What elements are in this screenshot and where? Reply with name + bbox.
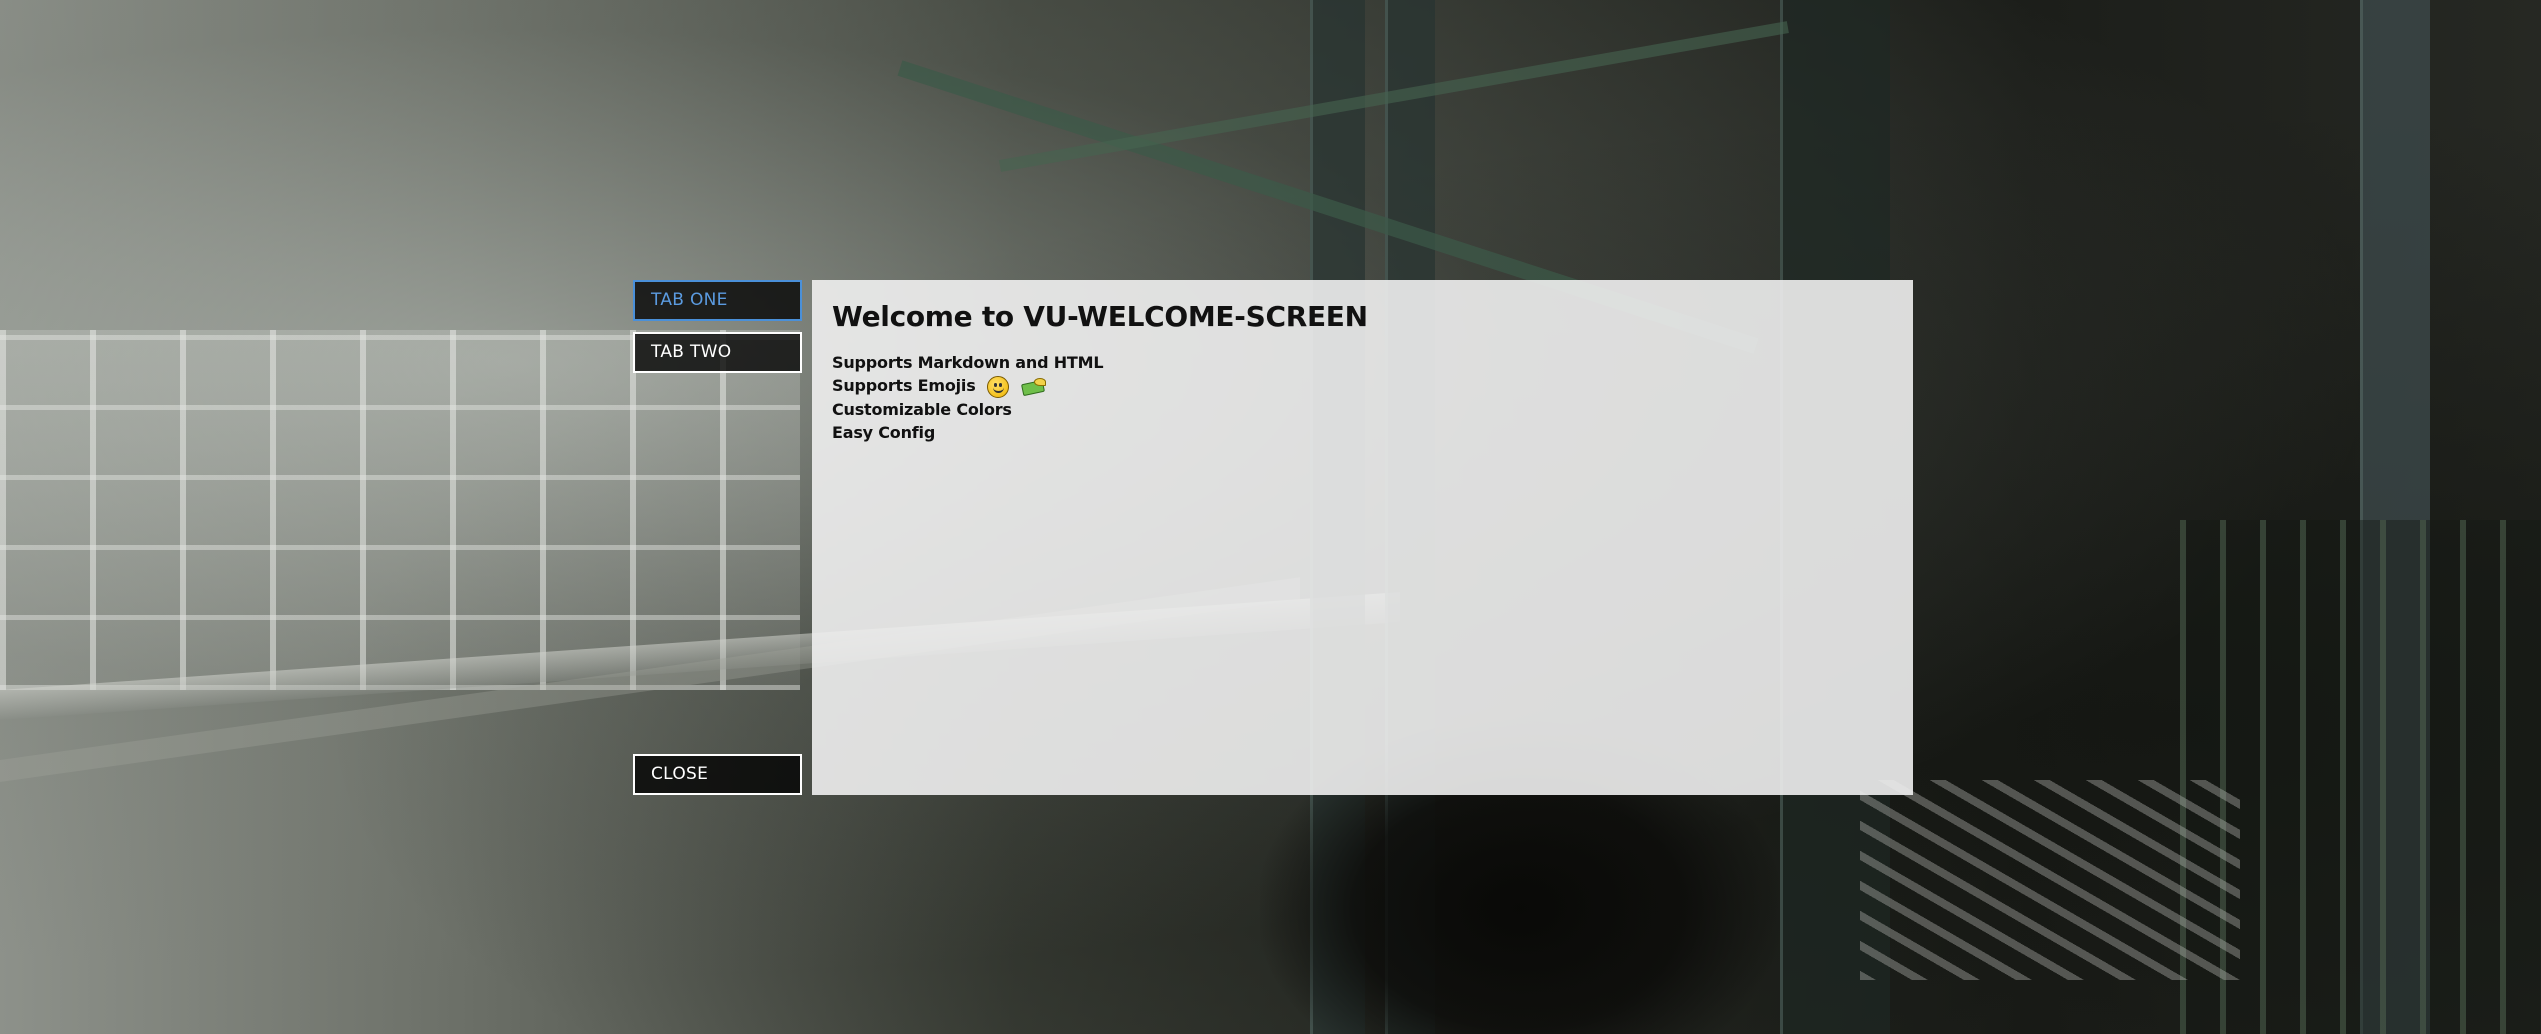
tab-one-button[interactable]: TAB ONE <box>633 280 802 321</box>
background-debris <box>1860 780 2240 980</box>
welcome-content-panel: Welcome to VU-WELCOME-SCREEN Supports Ma… <box>812 280 1913 795</box>
feature-text: Customizable Colors <box>832 399 1012 419</box>
feature-text: Supports Markdown and HTML <box>832 353 1104 372</box>
feature-markdown-html: Supports Markdown and HTML <box>832 351 1893 374</box>
feature-config: Easy Config <box>832 421 1893 444</box>
feature-emojis: Supports Emojis <box>832 374 1893 398</box>
feature-text: Supports Emojis <box>832 376 976 395</box>
tab-two-button[interactable]: TAB TWO <box>633 332 802 373</box>
smiley-emoji-icon <box>986 375 1009 398</box>
game-background: TAB ONE TAB TWO CLOSE Welcome to VU-WELC… <box>0 0 2541 1034</box>
welcome-title: Welcome to VU-WELCOME-SCREEN <box>832 300 1368 333</box>
background-windows <box>0 330 800 690</box>
feature-colors: Customizable Colors <box>832 398 1893 421</box>
close-button[interactable]: CLOSE <box>633 754 802 795</box>
feature-text: Easy Config <box>832 422 936 442</box>
money-with-wings-emoji-icon <box>1021 377 1048 396</box>
